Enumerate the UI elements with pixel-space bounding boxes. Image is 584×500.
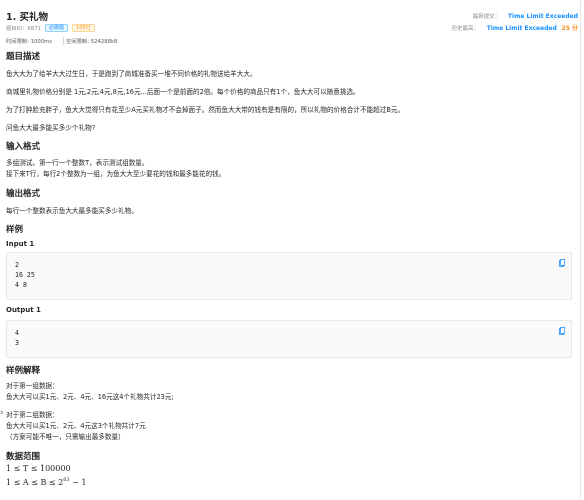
- sample-output-label: Output 1: [6, 306, 41, 314]
- output-format-title: 输出格式: [6, 189, 41, 199]
- latest-label: 最新提交：: [472, 14, 501, 20]
- description-line: 为了打肿脸充胖子，鱼大大觉得只有花至少A元买礼物才不会掉面子。然而鱼大大带的钱有…: [6, 106, 405, 114]
- range-constraint-t: 1 ≤ T ≤ 100000: [6, 464, 71, 473]
- memory-limit-wrap: 空间限制: 524288kB: [63, 37, 118, 45]
- problem-page: 1. 买礼物 题目ID：6871 必做题 100分 时间限制: 1000ms 空…: [0, 0, 584, 500]
- latest-status-link[interactable]: Time Limit Exceeded: [508, 13, 578, 20]
- code-line: 3: [15, 339, 19, 347]
- best-score: 25 分: [561, 25, 578, 32]
- latest-status-row: 最新提交： Time Limit Exceeded: [452, 11, 578, 23]
- scroll-divider: [580, 0, 581, 500]
- copy-icon[interactable]: [559, 327, 565, 335]
- range-title: 数据范围: [6, 452, 41, 462]
- time-limit: 时间限制: 1000ms: [6, 39, 53, 45]
- range-constraint-ab: 1 ≤ A ≤ B ≤ 263 − 1: [6, 477, 86, 487]
- input-format-line: 接下来T行，每行2个整数为一组，为鱼大大至少要花的钱和最多能花的钱。: [6, 170, 226, 178]
- code-line: 16 25: [15, 271, 35, 279]
- problem-limits: 时间限制: 1000ms 空间限制: 524288kB: [6, 37, 118, 45]
- limit-divider: [63, 37, 65, 45]
- problem-id: 题目ID：6871: [6, 26, 42, 32]
- input-format-title: 输入格式: [6, 142, 41, 152]
- required-tag: 必做题: [45, 24, 69, 32]
- code-line: 2: [15, 261, 19, 269]
- code-line: 4 8: [15, 281, 27, 289]
- copy-icon[interactable]: [559, 259, 565, 267]
- explanation-line: 鱼大大可以买1元、2元、4元、16元这4个礼物共计23元;: [6, 393, 174, 401]
- problem-title: 1. 买礼物: [6, 12, 49, 23]
- explanation-line: 对于第二组数据：: [6, 411, 59, 419]
- description-line: 鱼大大为了给羊大大过生日，于是跑到了商城准备买一堆不同价格的礼物送给羊大大。: [6, 70, 257, 78]
- description-line: 商城里礼物价格分别是 1元,2元,4元,8元,16元...后面一个是前面的2倍。…: [6, 88, 360, 96]
- problem-meta: 题目ID：6871 必做题 100分: [6, 24, 95, 32]
- best-label: 历史最高：: [451, 26, 480, 32]
- output-format-line: 每行一个整数表示鱼大大最多能买多少礼物。: [6, 207, 138, 215]
- code-line: 4: [15, 329, 19, 337]
- sample-output-box: 4 3: [6, 320, 572, 358]
- explanation-line: 鱼大大可以买1元、2元、4元这3个礼物共计7元: [6, 422, 146, 430]
- explanation-title: 样例解释: [6, 366, 41, 376]
- input-format-line: 多组测试。第一行一个整数T，表示测试组数量。: [6, 159, 149, 167]
- explanation-line: （方案可能不唯一，只需输出最多数量）: [6, 433, 125, 441]
- sample-input-box: 2 16 25 4 8: [6, 252, 572, 300]
- best-status-row: 历史最高： Time Limit Exceeded 25 分: [452, 23, 579, 35]
- best-status-link[interactable]: Time Limit Exceeded: [487, 25, 557, 32]
- description-line: 问鱼大大最多能买多少个礼物?: [6, 124, 96, 132]
- description-title: 题目描述: [6, 52, 41, 62]
- memory-limit: 空间限制: 524288kB: [66, 39, 118, 45]
- explanation-line: 对于第一组数据：: [6, 382, 59, 390]
- chevron-right-icon[interactable]: ›: [0, 408, 4, 418]
- submission-status: 最新提交： Time Limit Exceeded 历史最高： Time Lim…: [452, 11, 579, 35]
- samples-title: 样例: [6, 225, 24, 235]
- sample-input-label: Input 1: [6, 240, 35, 248]
- range-prefix: 1 ≤ A ≤ B ≤ 2: [6, 478, 64, 487]
- range-suffix: − 1: [69, 478, 87, 487]
- score-tag: 100分: [72, 24, 95, 32]
- problem-header: 1. 买礼物 题目ID：6871 必做题 100分 时间限制: 1000ms 空…: [6, 0, 579, 45]
